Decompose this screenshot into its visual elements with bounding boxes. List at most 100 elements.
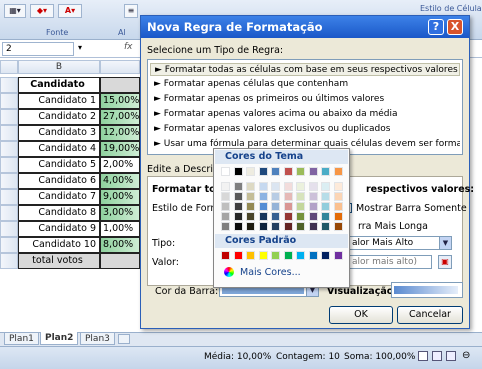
theme-shade-swatch[interactable]	[246, 202, 255, 211]
normal-view-icon[interactable]	[418, 351, 428, 361]
candidate-name-cell[interactable]: Candidato 8	[18, 205, 100, 221]
rule-item[interactable]: ► Formatar apenas os primeiros ou último…	[150, 93, 460, 106]
sheet-tab-plan3[interactable]: Plan3	[80, 332, 115, 345]
theme-shade-swatch[interactable]	[221, 192, 230, 201]
theme-color-swatch[interactable]	[221, 167, 230, 176]
theme-color-swatch[interactable]	[333, 167, 343, 176]
theme-shade-swatch[interactable]	[258, 222, 268, 231]
theme-shade-swatch[interactable]	[283, 212, 293, 221]
sheet-tab-plan2[interactable]: Plan2	[40, 332, 79, 345]
dropdown-icon[interactable]: ▾	[78, 43, 82, 52]
theme-shade-swatch[interactable]	[296, 222, 305, 231]
value-input[interactable]: alor mais alto)	[348, 255, 432, 269]
theme-shade-swatch[interactable]	[221, 212, 230, 221]
column-header-b[interactable]: B	[18, 60, 100, 74]
more-colors-link[interactable]: Mais Cores...	[240, 267, 301, 278]
theme-shade-swatch[interactable]	[258, 182, 268, 191]
row-header[interactable]	[0, 189, 18, 205]
standard-color-swatch[interactable]	[221, 251, 230, 260]
insert-sheet-icon[interactable]	[118, 334, 130, 344]
standard-color-swatch[interactable]	[246, 251, 255, 260]
standard-color-swatch[interactable]	[308, 251, 318, 260]
row-header[interactable]	[0, 125, 18, 141]
name-box[interactable]: 2	[2, 42, 74, 56]
vote-percent-cell[interactable]: 19,00%	[100, 141, 140, 157]
candidate-name-cell[interactable]: Candidato 6	[18, 173, 100, 189]
total-cell[interactable]: total votos	[18, 253, 100, 269]
vote-percent-cell[interactable]: 8,00%	[100, 237, 140, 253]
standard-color-swatch[interactable]	[283, 251, 293, 260]
theme-color-swatch[interactable]	[271, 167, 280, 176]
theme-shade-swatch[interactable]	[321, 202, 330, 211]
theme-shade-swatch[interactable]	[333, 202, 343, 211]
theme-shade-swatch[interactable]	[333, 182, 343, 191]
theme-shade-swatch[interactable]	[308, 182, 318, 191]
standard-color-swatch[interactable]	[233, 251, 243, 260]
header-cell[interactable]: Candidato	[18, 77, 100, 93]
candidate-name-cell[interactable]: Candidato 9	[18, 221, 100, 237]
candidate-name-cell[interactable]: Candidato 4	[18, 141, 100, 157]
candidate-name-cell[interactable]: Candidato 7	[18, 189, 100, 205]
theme-shade-swatch[interactable]	[333, 222, 343, 231]
row-header[interactable]	[0, 141, 18, 157]
candidate-name-cell[interactable]: Candidato 2	[18, 109, 100, 125]
align-icon[interactable]: ≡	[124, 4, 138, 18]
row-header[interactable]	[0, 221, 18, 237]
row-header[interactable]	[0, 109, 18, 125]
column-header-c[interactable]	[100, 60, 140, 74]
vote-percent-cell[interactable]: 15,00%	[100, 93, 140, 109]
standard-color-swatch[interactable]	[271, 251, 280, 260]
vote-percent-cell[interactable]: 2,00%	[100, 157, 140, 173]
theme-shade-swatch[interactable]	[233, 182, 243, 191]
theme-shade-swatch[interactable]	[246, 182, 255, 191]
theme-shade-swatch[interactable]	[321, 192, 330, 201]
theme-shade-swatch[interactable]	[233, 192, 243, 201]
theme-shade-swatch[interactable]	[221, 182, 230, 191]
vote-percent-cell[interactable]: 1,00%	[100, 221, 140, 237]
vote-percent-cell[interactable]: 3,00%	[100, 205, 140, 221]
theme-shade-swatch[interactable]	[296, 212, 305, 221]
candidate-name-cell[interactable]: Candidato 1	[18, 93, 100, 109]
header-cell[interactable]	[100, 77, 140, 93]
theme-shade-swatch[interactable]	[321, 222, 330, 231]
theme-shade-swatch[interactable]	[246, 222, 255, 231]
row-header[interactable]	[0, 157, 18, 173]
theme-shade-swatch[interactable]	[333, 212, 343, 221]
font-color-icon[interactable]: A▾	[58, 4, 82, 18]
row-header[interactable]	[0, 205, 18, 221]
theme-shade-swatch[interactable]	[233, 222, 243, 231]
cancel-button[interactable]: Cancelar	[397, 306, 463, 324]
sheet-tab-plan1[interactable]: Plan1	[4, 332, 39, 345]
range-select-icon[interactable]: ▣	[438, 255, 452, 269]
theme-color-swatch[interactable]	[321, 167, 330, 176]
theme-shade-swatch[interactable]	[233, 212, 243, 221]
theme-color-swatch[interactable]	[308, 167, 318, 176]
theme-shade-swatch[interactable]	[271, 202, 280, 211]
rule-item[interactable]: ► Formatar apenas células que contenham	[150, 78, 460, 91]
row-header[interactable]	[0, 173, 18, 189]
vote-percent-cell[interactable]: 27,00%	[100, 109, 140, 125]
row-header[interactable]	[0, 237, 18, 253]
candidate-name-cell[interactable]: Candidato 5	[18, 157, 100, 173]
standard-color-swatch[interactable]	[333, 251, 343, 260]
theme-shade-swatch[interactable]	[258, 192, 268, 201]
rule-item[interactable]: ► Formatar todas as células com base em …	[150, 63, 460, 76]
theme-color-swatch[interactable]	[283, 167, 293, 176]
help-button[interactable]: ?	[428, 19, 444, 35]
standard-color-swatch[interactable]	[258, 251, 268, 260]
vote-percent-cell[interactable]: 4,00%	[100, 173, 140, 189]
page-layout-icon[interactable]	[432, 351, 442, 361]
standard-color-swatch[interactable]	[296, 251, 305, 260]
page-break-icon[interactable]	[446, 351, 456, 361]
type-select[interactable]: alor Mais Alto ▼	[348, 236, 452, 250]
row-header[interactable]	[0, 77, 18, 93]
format-painter-icon[interactable]: ▦▾	[4, 4, 26, 18]
theme-shade-swatch[interactable]	[308, 212, 318, 221]
rule-item[interactable]: ► Formatar apenas valores exclusivos ou …	[150, 123, 460, 136]
theme-shade-swatch[interactable]	[321, 212, 330, 221]
candidate-name-cell[interactable]: Candidato 3	[18, 125, 100, 141]
theme-color-swatch[interactable]	[258, 167, 268, 176]
corner-select[interactable]	[0, 60, 18, 74]
row-header[interactable]	[0, 93, 18, 109]
theme-shade-swatch[interactable]	[258, 212, 268, 221]
